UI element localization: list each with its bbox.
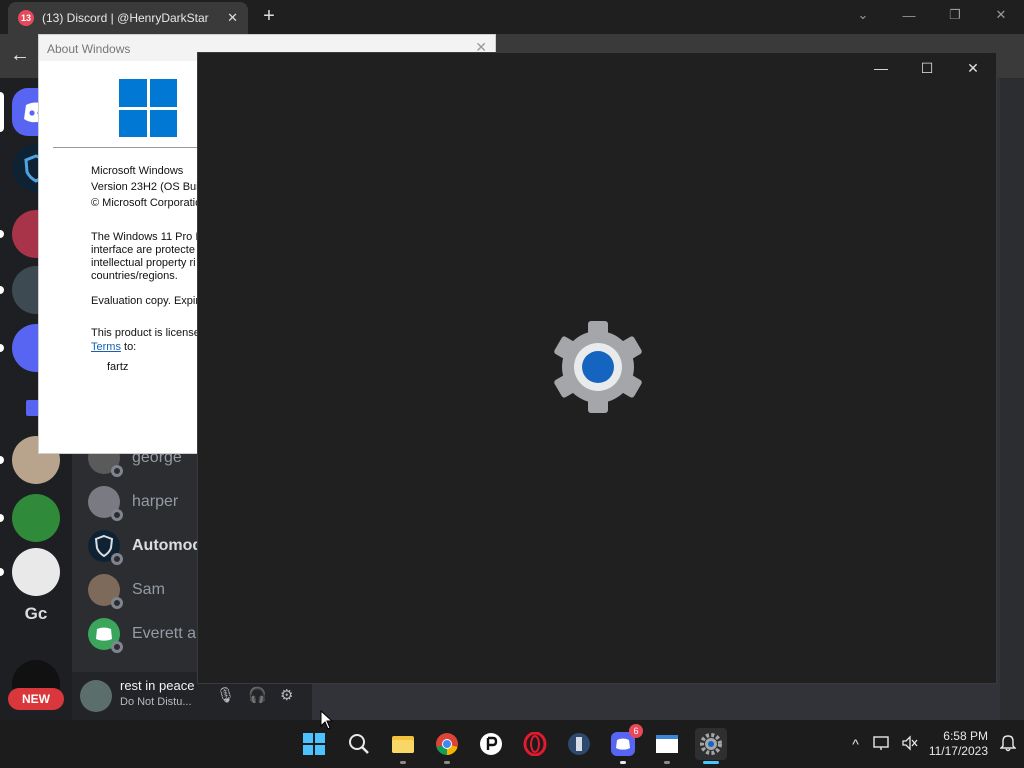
notification-badge: 6 <box>629 724 643 738</box>
settings-gear-icon <box>548 319 648 415</box>
running-indicator <box>664 761 670 764</box>
terms-link[interactable]: Terms <box>91 341 121 353</box>
license-text: This product is licensed <box>91 327 206 339</box>
member-item[interactable]: Automod <box>88 526 202 566</box>
selected-indicator <box>0 92 4 132</box>
tab-title: (13) Discord | @HenryDarkStar <box>42 11 209 25</box>
clock-time: 6:58 PM <box>943 729 988 743</box>
browser-tab-bar: 13 (13) Discord | @HenryDarkStar ✕ + ⌄ —… <box>0 0 1024 34</box>
os-name: Microsoft Windows <box>91 165 184 177</box>
minimize-icon[interactable]: — <box>858 53 904 83</box>
unread-indicator <box>0 344 4 352</box>
user-status-text: Do Not Distu... <box>120 696 192 708</box>
offline-status-icon <box>111 641 123 653</box>
file-explorer-icon[interactable] <box>387 728 419 764</box>
dialog-title: About Windows <box>47 42 131 56</box>
system-tray: ^ 6:58 PM 11/17/2023 <box>852 720 1017 768</box>
unread-indicator <box>0 456 4 464</box>
evaluation-text: Evaluation copy. Expir <box>91 295 200 307</box>
avatar <box>88 486 123 521</box>
member-name: Automod <box>132 537 203 554</box>
settings-window: — ☐ ✕ <box>197 52 997 684</box>
member-name: Everett ai <box>132 625 200 642</box>
clock-date: 11/17/2023 <box>928 744 988 758</box>
member-item[interactable]: harper <box>88 482 178 522</box>
tab-close-icon[interactable]: ✕ <box>227 10 238 26</box>
member-name: harper <box>132 493 179 510</box>
terms-line: Terms to: <box>91 341 136 353</box>
back-button[interactable]: ← <box>10 44 30 67</box>
volume-muted-icon[interactable] <box>901 734 919 754</box>
game-app-icon[interactable] <box>563 728 595 760</box>
p-app-icon[interactable] <box>475 728 507 760</box>
offline-status-icon <box>111 465 123 477</box>
search-icon[interactable] <box>343 728 375 760</box>
logo-pane <box>149 109 177 137</box>
automod-shield-icon <box>88 530 123 565</box>
opera-icon[interactable] <box>519 728 551 760</box>
logo-pane <box>149 79 177 107</box>
restore-icon[interactable]: ❐ <box>932 0 978 30</box>
os-version: Version 23H2 (OS Build <box>91 181 208 193</box>
discord-taskbar-icon[interactable]: 6 <box>607 724 643 764</box>
notification-bell-icon[interactable] <box>999 734 1017 755</box>
display-icon[interactable] <box>873 735 891 754</box>
windows-logo-icon <box>119 79 177 137</box>
close-icon[interactable]: ✕ <box>950 53 996 83</box>
clock[interactable]: 6:58 PM 11/17/2023 <box>929 729 988 759</box>
tab-search-icon[interactable]: ⌄ <box>840 0 886 30</box>
user-avatar[interactable] <box>80 680 112 712</box>
browser-window-controls: ⌄ — ❐ ✕ <box>840 0 1024 32</box>
chevron-up-icon[interactable]: ^ <box>852 736 859 752</box>
discord-favicon-icon: 13 <box>18 10 34 26</box>
minimize-icon[interactable]: — <box>886 0 932 30</box>
legal-text: countries/regions. <box>91 270 178 282</box>
server-gc[interactable]: Gc <box>12 604 60 624</box>
mouse-cursor-icon <box>320 709 334 735</box>
taskbar: 6 ^ 6:58 PM 11/17/2023 <box>0 720 1024 768</box>
unread-indicator <box>0 230 4 238</box>
close-icon[interactable]: ✕ <box>978 0 1024 30</box>
avatar <box>88 574 123 609</box>
copyright: © Microsoft Corporatio <box>91 197 202 209</box>
member-name: Sam <box>132 581 165 598</box>
discord-default-avatar-icon <box>88 618 123 653</box>
new-tab-button[interactable]: + <box>258 6 280 28</box>
running-indicator <box>620 761 626 764</box>
screen: 13 (13) Discord | @HenryDarkStar ✕ + ⌄ —… <box>0 0 1024 768</box>
chrome-icon[interactable] <box>431 728 463 764</box>
active-indicator <box>703 761 719 764</box>
logo-pane <box>119 109 147 137</box>
logo-pane <box>119 79 147 107</box>
offline-status-icon <box>111 509 123 521</box>
unread-indicator <box>0 286 4 294</box>
legal-text: The Windows 11 Pro In <box>91 231 205 243</box>
terms-suffix: to: <box>120 341 137 353</box>
server-roblox-avatar[interactable] <box>12 548 60 596</box>
user-settings-icon[interactable]: ⚙ <box>280 686 293 704</box>
server-pepe-avatar[interactable] <box>12 494 60 542</box>
settings-taskbar-icon[interactable] <box>695 728 727 764</box>
browser-tab-discord[interactable]: 13 (13) Discord | @HenryDarkStar ✕ <box>8 2 248 34</box>
licensee-name: fartz <box>107 361 129 373</box>
offline-status-icon <box>111 597 123 609</box>
offline-status-icon <box>111 553 123 565</box>
window-controls: — ☐ ✕ <box>858 53 996 83</box>
scroll-strip <box>1000 78 1024 720</box>
member-item[interactable]: Sam <box>88 570 165 610</box>
username: rest in peace <box>120 678 195 693</box>
legal-text: intellectual property ri <box>91 257 196 269</box>
running-indicator <box>444 761 450 764</box>
unread-indicator <box>0 514 4 522</box>
running-indicator <box>400 761 406 764</box>
new-badge: NEW <box>8 688 64 710</box>
member-item[interactable]: Everett ai <box>88 614 200 654</box>
mute-mic-icon[interactable]: 🎙 <box>216 686 235 704</box>
maximize-icon[interactable]: ☐ <box>904 53 950 83</box>
headphones-icon[interactable]: 🎧 <box>248 686 267 704</box>
unread-indicator <box>0 568 4 576</box>
legal-text: interface are protecte <box>91 244 195 256</box>
notepad-icon[interactable] <box>651 728 683 764</box>
